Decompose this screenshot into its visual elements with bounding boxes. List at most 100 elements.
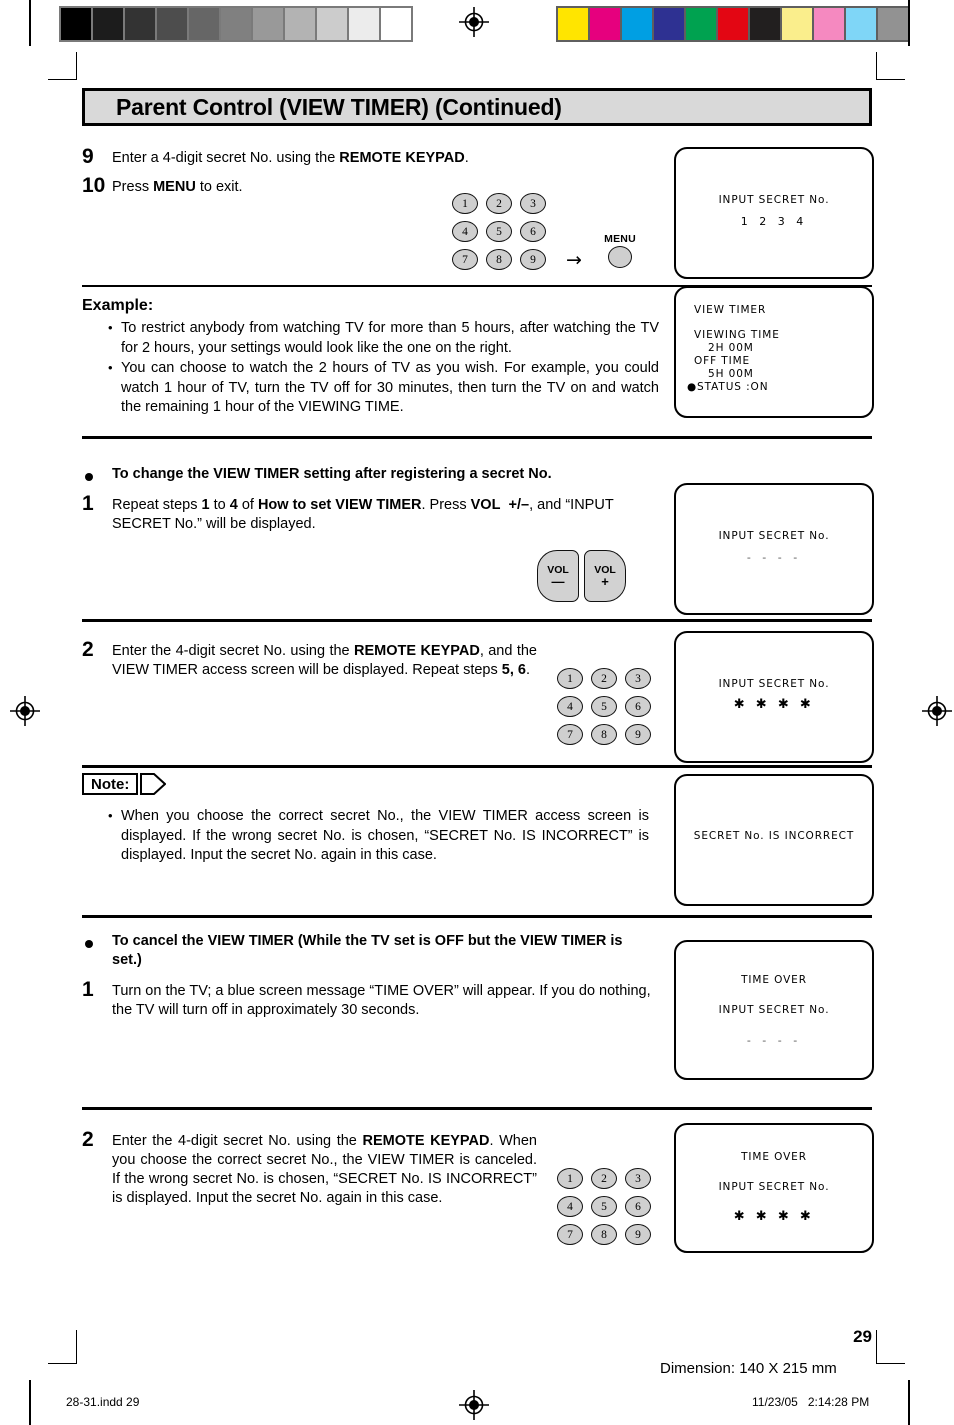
- menu-button-label: MENU: [604, 233, 636, 245]
- osd-input-secret-blank: INPUT SECRET No. - - - -: [674, 483, 874, 615]
- trim-mark: [48, 79, 76, 80]
- osd-off-time-value: 5H 00M: [708, 368, 754, 380]
- trim-mark: [29, 1380, 31, 1425]
- keypad-key-1[interactable]: 1: [557, 1168, 583, 1189]
- color-calibration-strip: [556, 6, 910, 42]
- color-swatch-4: [686, 8, 716, 40]
- color-swatch-8: [814, 8, 844, 40]
- section-divider: [82, 619, 872, 622]
- color-swatch-5: [718, 8, 748, 40]
- keypad-row: 1 2 3: [452, 193, 546, 214]
- keypad-key-5[interactable]: 5: [591, 1196, 617, 1217]
- gray-swatch-3: [157, 8, 187, 40]
- keypad-key-1[interactable]: 1: [557, 668, 583, 689]
- trim-mark: [76, 52, 77, 80]
- keypad-key-3[interactable]: 3: [520, 193, 546, 214]
- menu-button[interactable]: MENU: [596, 233, 644, 268]
- source-file-label: 28-31.indd 29: [66, 1395, 140, 1409]
- gray-swatch-7: [285, 8, 315, 40]
- example-bullet-item: To restrict anybody from watching TV for…: [104, 318, 659, 358]
- step-number-2-cancel: 2: [82, 1128, 94, 1151]
- keypad-key-6[interactable]: 6: [520, 221, 546, 242]
- manual-page: Parent Control (VIEW TIMER) (Continued) …: [82, 88, 874, 1328]
- step-number-10: 10: [82, 174, 106, 197]
- keypad-row: 7 8 9: [452, 249, 546, 270]
- osd-time-over-stars: TIME OVER INPUT SECRET No. ✱ ✱ ✱ ✱: [674, 1123, 874, 1253]
- volume-up-button[interactable]: VOL +: [584, 550, 626, 602]
- osd-value: ✱ ✱ ✱ ✱: [733, 697, 815, 712]
- keypad-key-2[interactable]: 2: [591, 1168, 617, 1189]
- step-number-1-change: 1: [82, 492, 94, 515]
- step-10-text: Press MENU to exit.: [112, 179, 243, 195]
- keypad-key-5[interactable]: 5: [591, 696, 617, 717]
- volume-down-button[interactable]: VOL —: [537, 550, 579, 602]
- osd-secret-incorrect: SECRET No. IS INCORRECT: [674, 774, 874, 906]
- keypad-key-3[interactable]: 3: [625, 1168, 651, 1189]
- osd-title: INPUT SECRET No.: [718, 194, 830, 206]
- keypad-key-4[interactable]: 4: [452, 221, 478, 242]
- keypad-key-4[interactable]: 4: [557, 696, 583, 717]
- trim-mark: [29, 0, 31, 46]
- keypad-key-8[interactable]: 8: [591, 724, 617, 745]
- osd-title: SECRET No. IS INCORRECT: [693, 830, 855, 842]
- example-bullets: To restrict anybody from watching TV for…: [104, 318, 659, 419]
- page-number: 29: [853, 1327, 872, 1346]
- keypad-key-2[interactable]: 2: [591, 668, 617, 689]
- keypad-key-6[interactable]: 6: [625, 1196, 651, 1217]
- trim-mark: [877, 79, 905, 80]
- note-bullets: When you choose the correct secret No., …: [104, 806, 649, 867]
- osd-title: VIEW TIMER: [694, 304, 767, 316]
- change-section-heading: To change the VIEW TIMER setting after r…: [112, 466, 552, 482]
- keypad-key-1[interactable]: 1: [452, 193, 478, 214]
- section-divider: [82, 436, 872, 439]
- gray-swatch-6: [253, 8, 283, 40]
- keypad-key-5[interactable]: 5: [486, 221, 512, 242]
- remote-keypad[interactable]: 1 2 3 4 5 6 7 8 9: [452, 193, 546, 270]
- keypad-key-7[interactable]: 7: [557, 724, 583, 745]
- keypad-key-3[interactable]: 3: [625, 668, 651, 689]
- osd-title: INPUT SECRET No.: [718, 530, 830, 542]
- keypad-row: 1 2 3: [557, 668, 651, 689]
- osd-value: - - - -: [746, 1034, 802, 1047]
- keypad-key-9[interactable]: 9: [520, 249, 546, 270]
- color-swatch-6: [750, 8, 780, 40]
- gray-swatch-4: [189, 8, 219, 40]
- osd-value: 1 2 3 4: [740, 215, 808, 228]
- osd-value: - - - -: [746, 551, 802, 564]
- keypad-key-9[interactable]: 9: [625, 1224, 651, 1245]
- keypad-key-7[interactable]: 7: [452, 249, 478, 270]
- remote-keypad[interactable]: 1 2 3 4 5 6 7 8 9: [557, 1168, 651, 1245]
- keypad-row: 4 5 6: [557, 696, 651, 717]
- osd-title: TIME OVER: [741, 1151, 807, 1163]
- gray-swatch-9: [349, 8, 379, 40]
- color-swatch-7: [782, 8, 812, 40]
- color-swatch-2: [622, 8, 652, 40]
- note-label: Note:: [91, 775, 130, 793]
- menu-button-circle[interactable]: [608, 246, 632, 268]
- trim-mark: [76, 1330, 77, 1364]
- osd-title: INPUT SECRET No.: [718, 678, 830, 690]
- osd-subtitle: INPUT SECRET No.: [718, 1181, 830, 1193]
- change-step-1-text: Repeat steps 1 to 4 of How to set VIEW T…: [112, 497, 614, 532]
- dimension-note: Dimension: 140 X 215 mm: [660, 1360, 837, 1377]
- print-timestamp: 11/23/05 2:14:28 PM: [752, 1395, 870, 1409]
- gray-swatch-0: [61, 8, 91, 40]
- registration-mark-icon: [922, 696, 952, 726]
- keypad-key-6[interactable]: 6: [625, 696, 651, 717]
- keypad-key-7[interactable]: 7: [557, 1224, 583, 1245]
- keypad-key-2[interactable]: 2: [486, 193, 512, 214]
- keypad-key-8[interactable]: 8: [591, 1224, 617, 1245]
- gray-swatch-8: [317, 8, 347, 40]
- osd-viewing-time-label: VIEWING TIME: [694, 329, 780, 341]
- trim-mark: [876, 1330, 877, 1364]
- remote-keypad[interactable]: 1 2 3 4 5 6 7 8 9: [557, 668, 651, 745]
- step-number-2-change: 2: [82, 638, 94, 661]
- keypad-key-9[interactable]: 9: [625, 724, 651, 745]
- trim-mark: [877, 1363, 905, 1364]
- registration-mark-icon: [10, 696, 40, 726]
- keypad-key-4[interactable]: 4: [557, 1196, 583, 1217]
- keypad-row: 1 2 3: [557, 1168, 651, 1189]
- keypad-key-8[interactable]: 8: [486, 249, 512, 270]
- keypad-row: 7 8 9: [557, 724, 651, 745]
- osd-title: TIME OVER: [741, 974, 807, 986]
